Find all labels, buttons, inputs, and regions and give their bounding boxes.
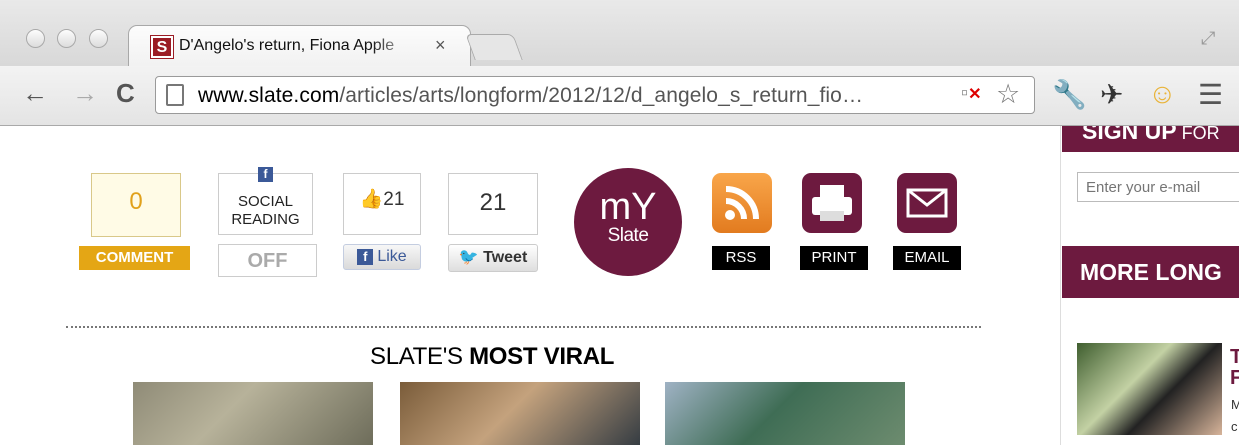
sidebar-title-line-1: T (1230, 346, 1239, 368)
page-icon (166, 84, 184, 106)
more-long-banner: MORE LONG (1062, 246, 1239, 298)
tab-active[interactable]: S D'Angelo's return, Fiona Apple × (128, 25, 471, 69)
more-bold: LONG (1155, 259, 1222, 285)
wrench-icon[interactable]: 🔧 (1052, 78, 1087, 111)
signup-rest: FOR (1176, 126, 1220, 143)
comment-button[interactable]: COMMENT (79, 246, 190, 270)
myslate-button[interactable]: mY Slate (574, 168, 682, 276)
printer-icon[interactable] (802, 173, 862, 233)
tab-title: D'Angelo's return, Fiona Apple (179, 37, 395, 54)
new-tab-button[interactable] (465, 34, 523, 60)
zoom-window-button[interactable] (89, 29, 108, 48)
viral-thumbnail-2[interactable] (400, 382, 640, 445)
twitter-bird-icon: 🐦 (458, 249, 479, 266)
url-path: /articles/arts/longform/2012/12/d_angelo… (339, 84, 864, 107)
forward-button[interactable]: → (72, 78, 98, 109)
social-reading-box[interactable]: SOCIAL READING (218, 173, 313, 235)
web-page: 0 COMMENT SOCIAL READING f OFF 👍21 f Like… (0, 126, 1239, 445)
social-reading-line-2: READING (231, 211, 300, 228)
rss-label[interactable]: RSS (712, 246, 770, 270)
social-reading-toggle[interactable]: OFF (218, 244, 317, 277)
more-prefix: MORE (1080, 259, 1156, 285)
viral-thumbnail-1[interactable] (133, 382, 373, 445)
back-button[interactable]: ← (22, 78, 48, 109)
email-label[interactable]: EMAIL (893, 246, 961, 270)
tweet-button[interactable]: 🐦 Tweet (448, 244, 538, 272)
column-divider (1060, 126, 1061, 445)
pin-icon[interactable]: ✈ (1100, 78, 1123, 111)
fullscreen-icon[interactable]: ⤢ (1201, 28, 1215, 49)
facebook-icon: f (357, 249, 374, 265)
envelope-icon[interactable] (897, 173, 957, 233)
like-label: Like (377, 248, 407, 265)
tweet-count: 21 (448, 173, 538, 235)
sidebar-snippet-line-2: c (1231, 419, 1238, 434)
tweet-label: Tweet (483, 249, 528, 266)
thumbs-up-icon: 👍 (359, 189, 384, 210)
sidebar-article-thumbnail[interactable] (1077, 343, 1222, 435)
section-divider (66, 326, 981, 328)
myslate-bottom: Slate (607, 225, 649, 246)
most-viral-heading: SLATE'S MOST VIRAL (370, 343, 614, 371)
email-signup-input[interactable] (1077, 172, 1239, 202)
url-domain: www.slate.com (198, 84, 340, 107)
most-viral-bold: MOST VIRAL (469, 343, 615, 370)
most-viral-prefix: SLATE'S (370, 343, 470, 370)
facebook-like-button[interactable]: f Like (343, 244, 421, 270)
social-reading-line-1: SOCIAL (237, 193, 294, 210)
like-count-box: 👍21 (343, 173, 421, 235)
face-extension-icon[interactable]: ☺ (1148, 78, 1177, 110)
signup-bold: SIGN UP (1082, 126, 1177, 144)
address-bar[interactable]: www.slate.com/articles/arts/longform/201… (155, 76, 1035, 114)
bookmark-star-icon[interactable]: ☆ (996, 79, 1020, 110)
like-count: 21 (383, 189, 405, 210)
reload-button[interactable]: C (116, 78, 135, 109)
sidebar-snippet-line-1: M (1231, 397, 1239, 412)
blocked-popup-icon[interactable]: ▫✕ (961, 82, 982, 105)
facebook-icon: f (258, 167, 273, 182)
comment-count[interactable]: 0 (91, 173, 181, 237)
sidebar-article-title[interactable]: TF (1230, 347, 1239, 389)
minimize-window-button[interactable] (57, 29, 76, 48)
slate-favicon-icon: S (150, 35, 174, 59)
menu-notice-icon[interactable]: ☰ (1198, 78, 1223, 111)
tab-strip: S D'Angelo's return, Fiona Apple × ⤢ (0, 0, 1239, 69)
close-window-button[interactable] (26, 29, 45, 48)
viral-thumbnail-3[interactable] (665, 382, 905, 445)
signup-banner: SIGN UP FOR (1062, 126, 1239, 152)
browser-toolbar: ← → C www.slate.com/articles/arts/longfo… (0, 66, 1239, 126)
close-tab-icon[interactable]: × (435, 35, 446, 56)
browser-window: S D'Angelo's return, Fiona Apple × ⤢ ← →… (0, 0, 1239, 445)
url-text[interactable]: www.slate.com/articles/arts/longform/201… (198, 84, 863, 108)
rss-icon[interactable] (712, 173, 772, 233)
sidebar-title-line-2: F (1230, 367, 1239, 389)
sidebar-article-snippet: Mc (1231, 394, 1239, 438)
myslate-top: mY (599, 186, 657, 228)
print-label[interactable]: PRINT (800, 246, 868, 270)
